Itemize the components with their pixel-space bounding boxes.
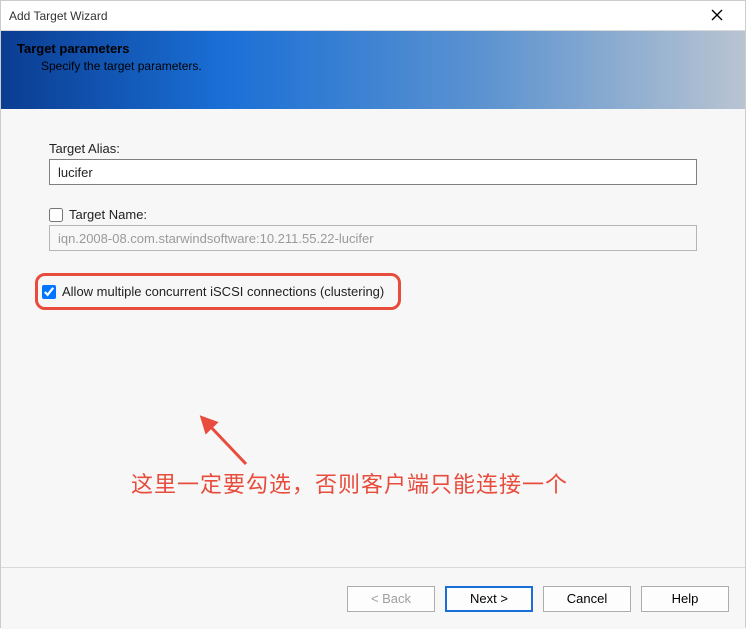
banner-heading: Target parameters bbox=[17, 41, 729, 56]
wizard-banner: Target parameters Specify the target par… bbox=[1, 31, 745, 109]
target-name-input bbox=[49, 225, 697, 251]
close-icon bbox=[711, 8, 723, 24]
next-button[interactable]: Next > bbox=[445, 586, 533, 612]
annotation-highlight-box: Allow multiple concurrent iSCSI connecti… bbox=[35, 273, 401, 310]
annotation-text: 这里一定要勾选，否则客户端只能连接一个 bbox=[131, 467, 568, 499]
close-button[interactable] bbox=[697, 2, 737, 30]
allow-multiple-label: Allow multiple concurrent iSCSI connecti… bbox=[62, 284, 384, 299]
target-name-checkbox[interactable] bbox=[49, 208, 63, 222]
target-name-label: Target Name: bbox=[69, 207, 147, 222]
target-alias-row: Target Alias: bbox=[49, 141, 697, 185]
wizard-content: Target Alias: Target Name: Allow multipl… bbox=[1, 109, 745, 567]
cancel-button[interactable]: Cancel bbox=[543, 586, 631, 612]
target-alias-label: Target Alias: bbox=[49, 141, 697, 156]
banner-subheading: Specify the target parameters. bbox=[41, 59, 729, 73]
allow-multiple-checkbox[interactable] bbox=[42, 285, 56, 299]
annotation-arrow-icon bbox=[196, 414, 256, 474]
back-button: < Back bbox=[347, 586, 435, 612]
wizard-footer: < Back Next > Cancel Help bbox=[1, 567, 745, 629]
window-title: Add Target Wizard bbox=[9, 9, 697, 23]
target-name-row: Target Name: bbox=[49, 207, 697, 251]
target-alias-input[interactable] bbox=[49, 159, 697, 185]
title-bar: Add Target Wizard bbox=[1, 1, 745, 31]
help-button[interactable]: Help bbox=[641, 586, 729, 612]
